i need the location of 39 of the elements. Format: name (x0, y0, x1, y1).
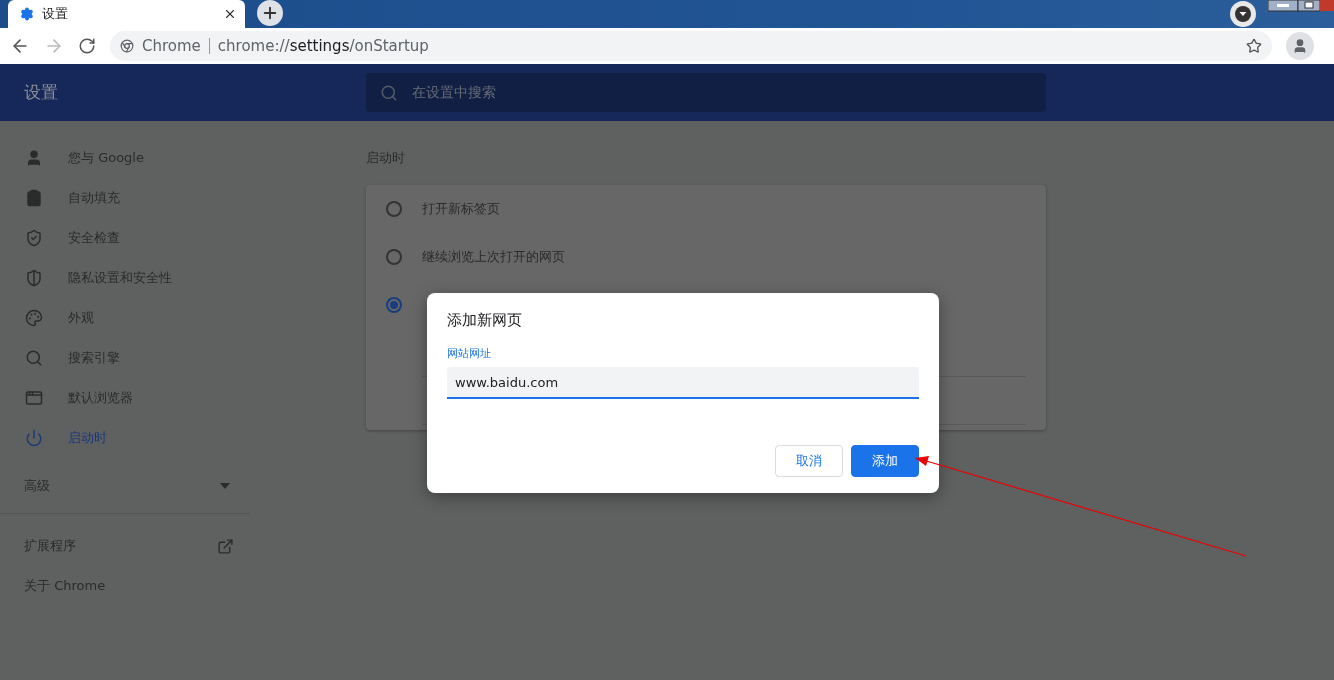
radio-button[interactable] (386, 249, 402, 265)
search-icon (380, 83, 398, 102)
url-input-field[interactable]: www.baidu.com (447, 367, 919, 399)
sidebar-item-icon (25, 309, 43, 327)
dialog-title: 添加新网页 (447, 311, 523, 330)
cancel-button[interactable]: 取消 (775, 445, 843, 477)
site-label: Chrome (142, 38, 210, 54)
chrome-logo-icon (120, 39, 134, 53)
sidebar-item[interactable]: 启动时 (0, 418, 250, 458)
tab-title: 设置 (42, 5, 69, 23)
sidebar-item-icon (25, 429, 43, 447)
settings-title: 设置 (23, 81, 59, 104)
search-placeholder: 在设置中搜索 (412, 83, 496, 102)
sidebar-item-icon (25, 349, 43, 367)
plus-icon (261, 4, 279, 22)
url-text: chrome://settings/onStartup (217, 37, 430, 55)
address-bar[interactable]: Chrome chrome://settings/onStartup (110, 31, 1272, 61)
window-controls-drawing[interactable] (1268, 0, 1334, 12)
dropdown-circle-icon[interactable] (1230, 1, 1256, 27)
sidebar-item-icon (25, 189, 43, 207)
sidebar-item-icon (25, 389, 43, 407)
radio-button[interactable] (386, 297, 402, 313)
close-icon[interactable] (223, 7, 237, 21)
bookmark-star-icon[interactable] (1246, 38, 1262, 54)
sidebar-item-icon (25, 229, 43, 247)
settings-search-field[interactable]: 在设置中搜索 (366, 73, 1046, 112)
caret-icon (220, 482, 230, 489)
external-link-icon (217, 537, 234, 555)
settings-icon (20, 7, 34, 21)
sidebar-item-icon (25, 269, 43, 287)
browser-tab[interactable]: 设置 (8, 0, 245, 28)
sidebar-item-icon (25, 149, 43, 167)
profile-avatar[interactable] (1286, 32, 1314, 60)
reload-icon[interactable] (78, 37, 96, 55)
new-tab-button[interactable] (257, 0, 283, 26)
add-button[interactable]: 添加 (851, 445, 919, 477)
radio-button[interactable] (386, 201, 402, 217)
option-label: 继续浏览上次打开的网页 (422, 248, 565, 266)
field-label: 网站网址 (447, 346, 491, 361)
